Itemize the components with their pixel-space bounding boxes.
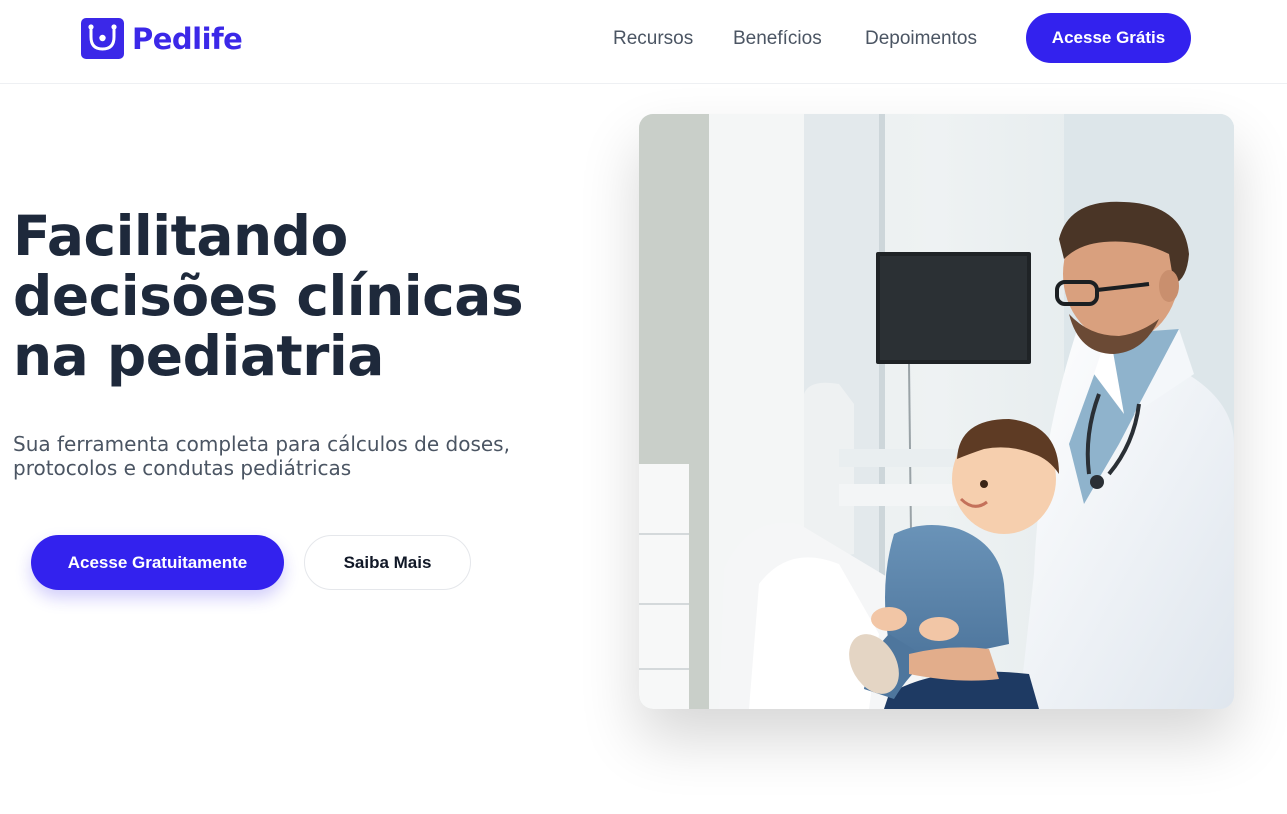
hero-subtitle: Sua ferramenta completa para cálculos de… (13, 432, 533, 480)
hero-title-line: Facilitando (13, 204, 348, 268)
hero-title-line: decisões clínicas (13, 264, 524, 328)
nav-link-depoimentos[interactable]: Depoimentos (865, 28, 977, 50)
header-cta-button[interactable]: Acesse Grátis (1026, 13, 1191, 63)
hero-title-line: na pediatria (13, 324, 384, 388)
smile-stethoscope-icon (81, 18, 124, 59)
hero-subtitle-line: protocolos e condutas pediátricas (13, 456, 352, 480)
nav-link-recursos[interactable]: Recursos (613, 28, 693, 50)
hero-subtitle-line: Sua ferramenta completa para cálculos de… (13, 432, 510, 456)
site-header: Pedlife Recursos Benefícios Depoimentos … (0, 0, 1287, 84)
learn-more-button[interactable]: Saiba Mais (304, 535, 471, 590)
doctor-with-child-photo (639, 114, 1234, 709)
access-free-button[interactable]: Acesse Gratuitamente (31, 535, 284, 590)
hero-title: Facilitando decisões clínicas na pediatr… (13, 206, 573, 386)
nav-link-beneficios[interactable]: Benefícios (733, 28, 822, 50)
brand-name: Pedlife (132, 21, 243, 56)
logo[interactable]: Pedlife (81, 18, 243, 59)
hero-image (639, 114, 1234, 709)
